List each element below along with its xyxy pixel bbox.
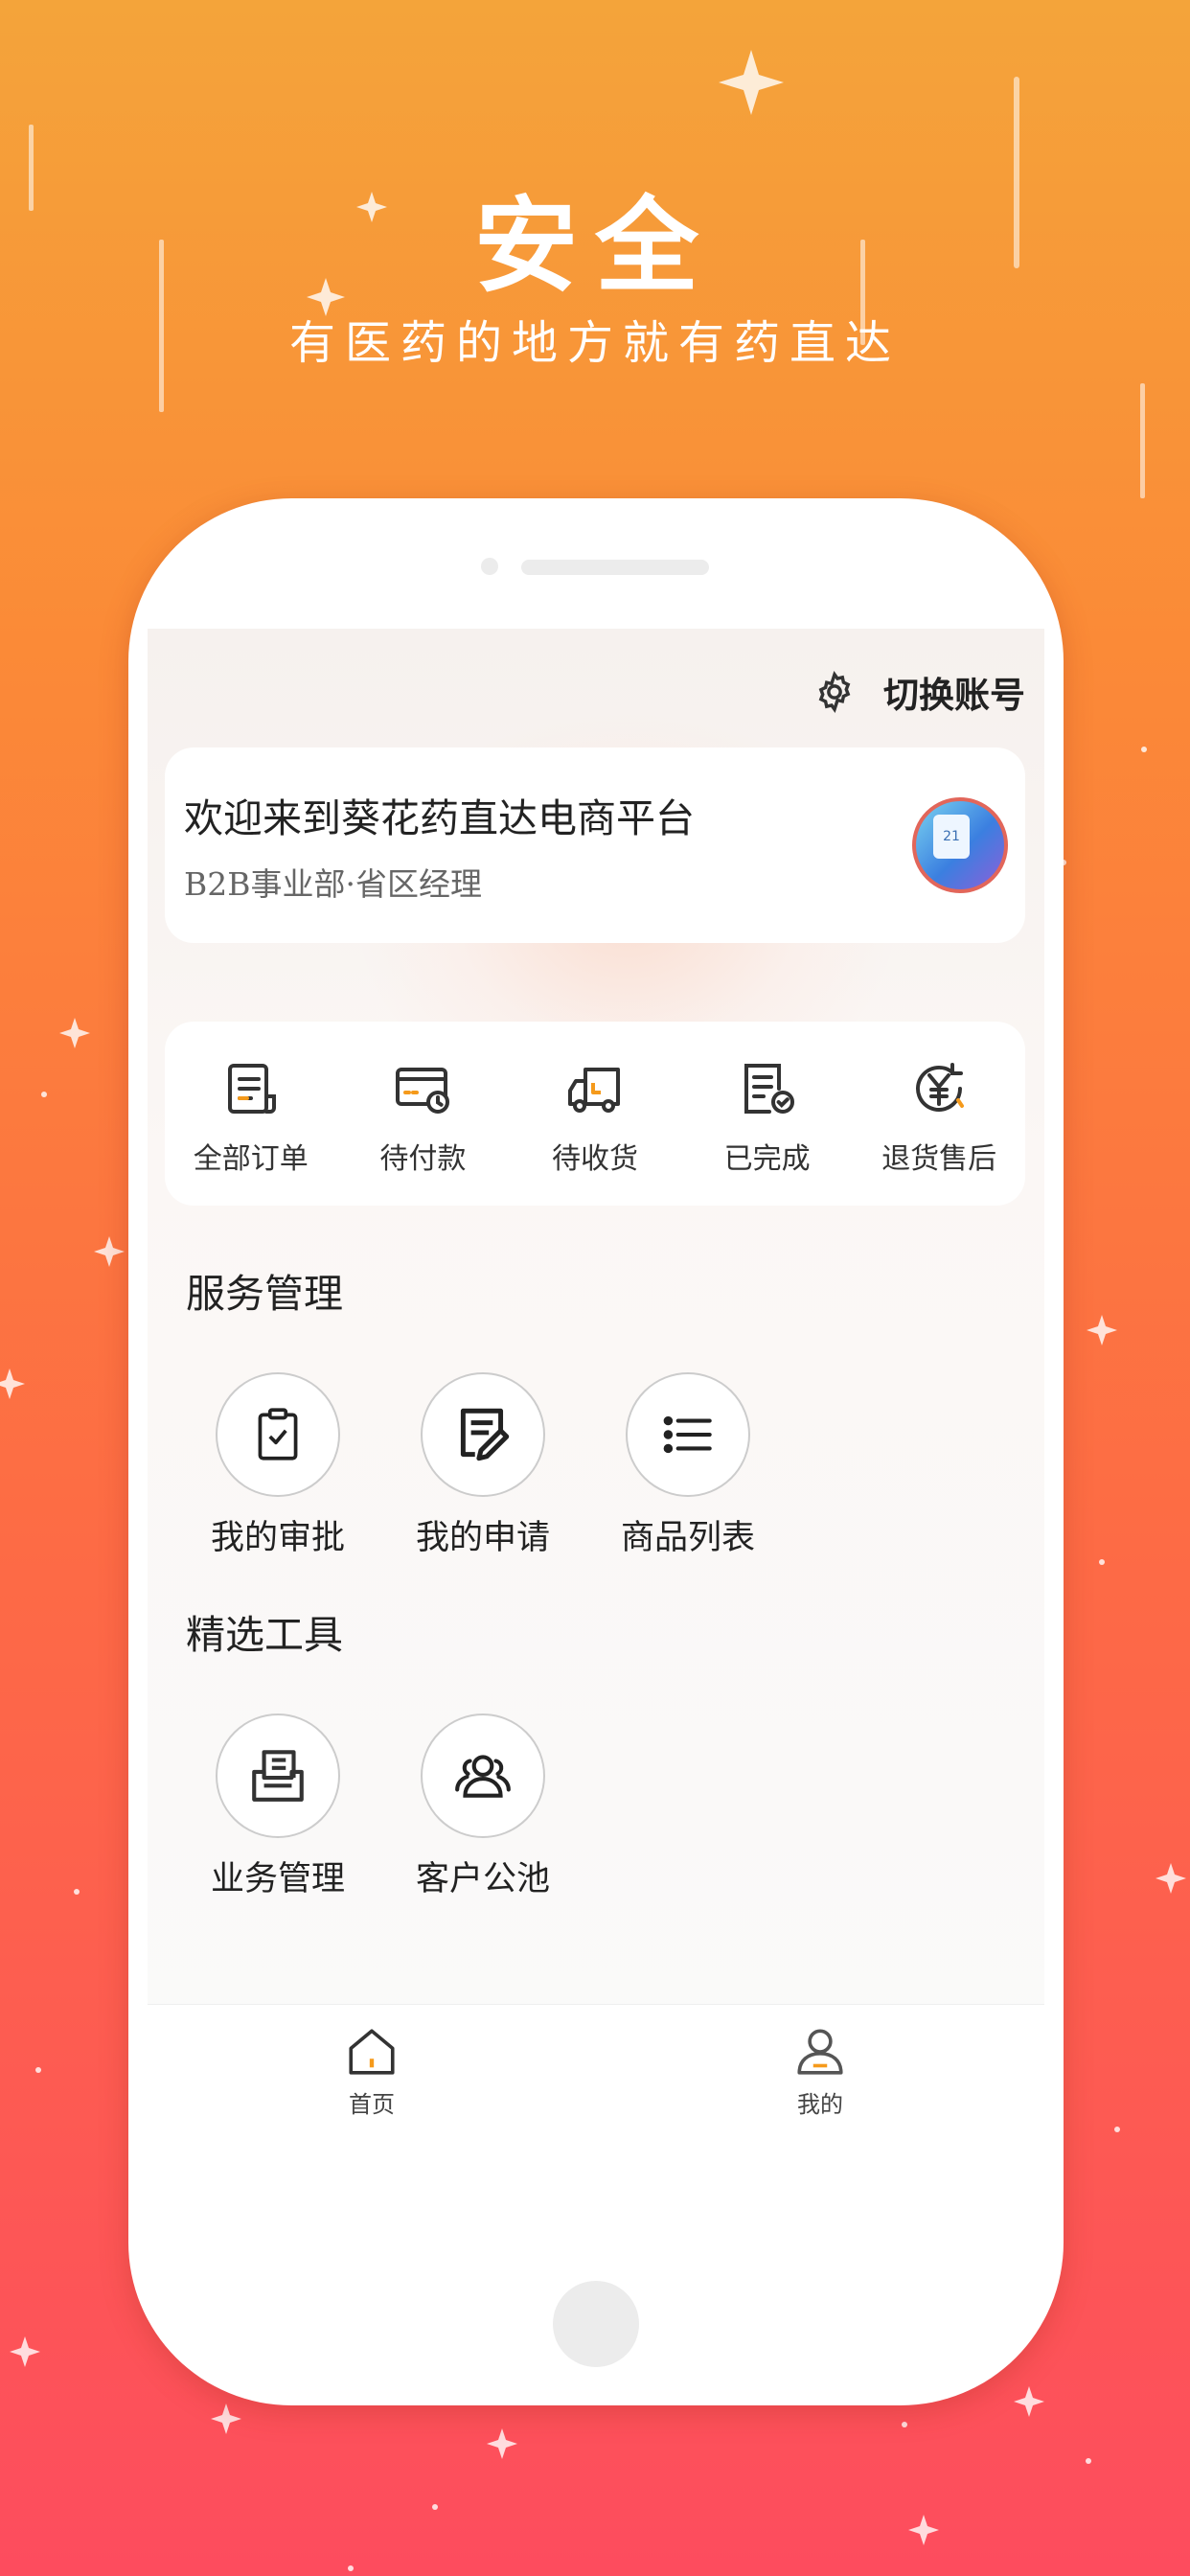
phone-home-button[interactable]	[553, 2281, 639, 2367]
switch-account-button[interactable]: 切换账号	[883, 666, 1025, 718]
order-list-icon	[227, 1064, 276, 1114]
gear-icon[interactable]	[812, 670, 857, 714]
tab-mine[interactable]: 我的	[753, 2024, 887, 2119]
clipboard-check-icon	[258, 1408, 298, 1460]
inbox-document-icon	[252, 1750, 304, 1802]
tab-bar: 首页 我的	[148, 2004, 1044, 2139]
users-icon	[455, 1755, 511, 1798]
welcome-subtitle: B2B事业部·省区经理	[184, 865, 482, 903]
welcome-title: 欢迎来到葵花药直达电商平台	[184, 795, 695, 841]
order-pending-payment[interactable]: 待付款	[337, 1022, 510, 1206]
phone-camera	[481, 558, 498, 575]
product-list-button[interactable]: 商品列表	[602, 1372, 774, 1559]
welcome-card: 欢迎来到葵花药直达电商平台 B2B事业部·省区经理 21	[165, 748, 1025, 943]
orders-card: 全部订单 待付款 待收货 已完成 退货售后	[165, 1022, 1025, 1206]
truck-icon	[567, 1068, 620, 1113]
business-management-button[interactable]: 业务管理	[192, 1714, 364, 1900]
avatar-date: 21	[933, 815, 970, 859]
tab-home[interactable]: 首页	[305, 2024, 439, 2119]
phone-speaker	[521, 560, 709, 575]
avatar[interactable]: 21	[912, 797, 1008, 893]
home-icon	[349, 2029, 395, 2075]
card-clock-icon	[396, 1068, 450, 1114]
order-completed[interactable]: 已完成	[681, 1022, 854, 1206]
list-icon	[663, 1415, 712, 1454]
hero-title: 安全	[473, 187, 716, 307]
customer-pool-button[interactable]: 客户公池	[397, 1714, 569, 1900]
top-bar: 切换账号	[812, 663, 1025, 721]
tools-title: 精选工具	[186, 1612, 343, 1658]
edit-document-icon	[460, 1408, 510, 1461]
services-title: 服务管理	[186, 1271, 343, 1317]
my-approval-button[interactable]: 我的审批	[192, 1372, 364, 1559]
order-all[interactable]: 全部订单	[165, 1022, 337, 1206]
order-after-sales[interactable]: 退货售后	[853, 1022, 1025, 1206]
user-icon	[797, 2029, 843, 2075]
my-application-button[interactable]: 我的申请	[397, 1372, 569, 1559]
app-screen: 切换账号 欢迎来到葵花药直达电商平台 B2B事业部·省区经理 21 全部订单 待…	[148, 629, 1044, 2139]
document-check-icon	[744, 1064, 794, 1114]
order-pending-receipt[interactable]: 待收货	[509, 1022, 681, 1206]
yen-return-icon	[916, 1063, 965, 1112]
phone-frame: 切换账号 欢迎来到葵花药直达电商平台 B2B事业部·省区经理 21 全部订单 待…	[128, 498, 1064, 2405]
hero-subtitle: 有医药的地方就有药直达	[288, 316, 901, 370]
